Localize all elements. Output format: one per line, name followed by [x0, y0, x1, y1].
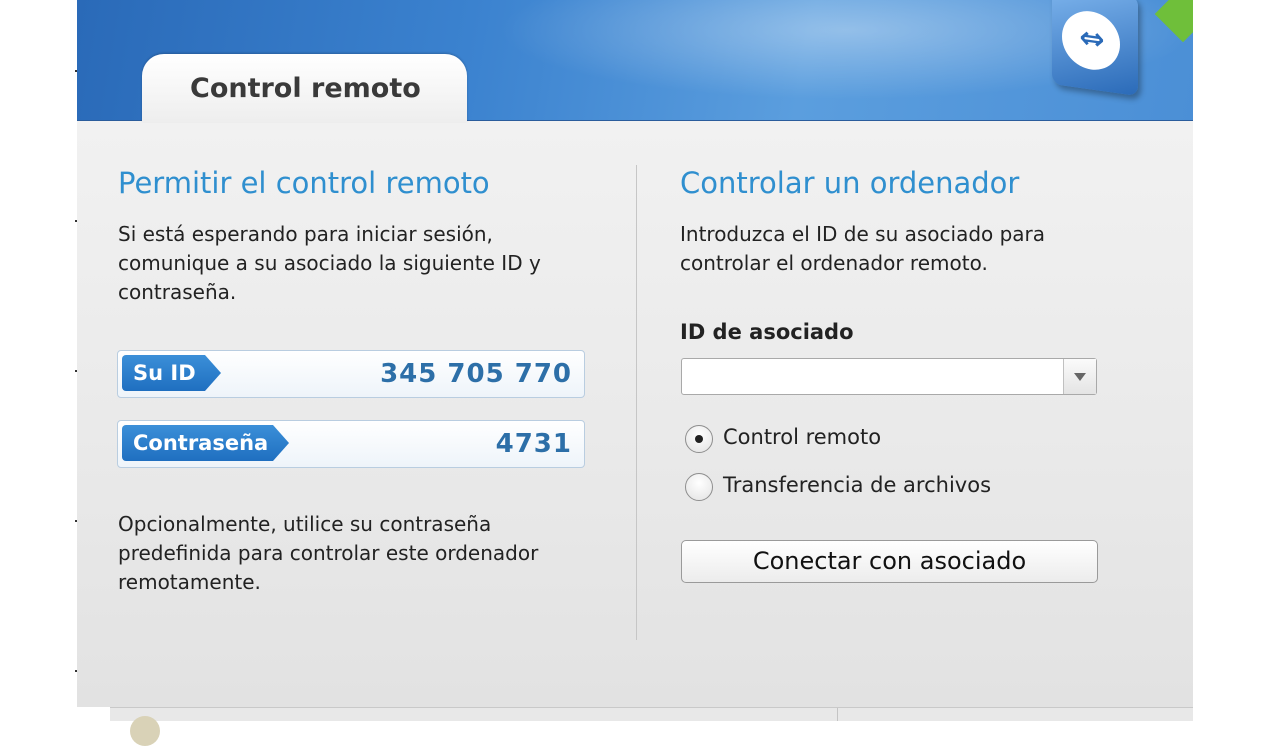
radio-button-unselected[interactable]	[685, 473, 713, 501]
partner-id-combobox[interactable]	[681, 358, 1097, 395]
allow-remote-control-title: Permitir el control remoto	[118, 166, 490, 200]
partner-id-label: ID de asociado	[680, 320, 854, 344]
teamviewer-logo-icon: ⇔	[1052, 0, 1138, 97]
optional-password-note: Opcionalmente, utilice su contraseña pre…	[118, 512, 539, 594]
partner-id-input[interactable]	[686, 362, 1062, 391]
your-id-label: Su ID	[122, 355, 221, 391]
password-value: 4731	[495, 429, 572, 459]
radio-file-transfer-label[interactable]: Transferencia de archivos	[723, 473, 991, 497]
column-divider	[636, 165, 637, 640]
your-id-field: Su ID 345 705 770	[117, 350, 585, 398]
tab-control-remoto-label: Control remoto	[190, 73, 421, 104]
chevron-down-icon	[1074, 373, 1086, 381]
control-computer-title: Controlar un ordenador	[680, 166, 1020, 200]
radio-button-selected[interactable]	[685, 425, 713, 453]
partner-id-dropdown-button[interactable]	[1063, 359, 1096, 394]
password-field: Contraseña 4731	[117, 420, 585, 468]
status-separator	[837, 708, 838, 721]
teamviewer-window: Control remoto ⇔ Permitir el control rem…	[77, 0, 1193, 707]
your-id-value: 345 705 770	[380, 359, 572, 389]
header-banner: Control remoto ⇔	[77, 0, 1193, 122]
password-label: Contraseña	[122, 425, 289, 461]
status-indicator-icon	[130, 716, 160, 746]
status-bar	[110, 707, 1193, 746]
control-computer-intro: Introduzca el ID de su asociado para con…	[680, 222, 1046, 275]
radio-dot	[695, 435, 703, 443]
connect-partner-button[interactable]: Conectar con asociado	[681, 540, 1098, 583]
allow-remote-intro: Si está esperando para iniciar sesión, c…	[118, 222, 541, 304]
radio-remote-control-label[interactable]: Control remoto	[723, 425, 881, 449]
